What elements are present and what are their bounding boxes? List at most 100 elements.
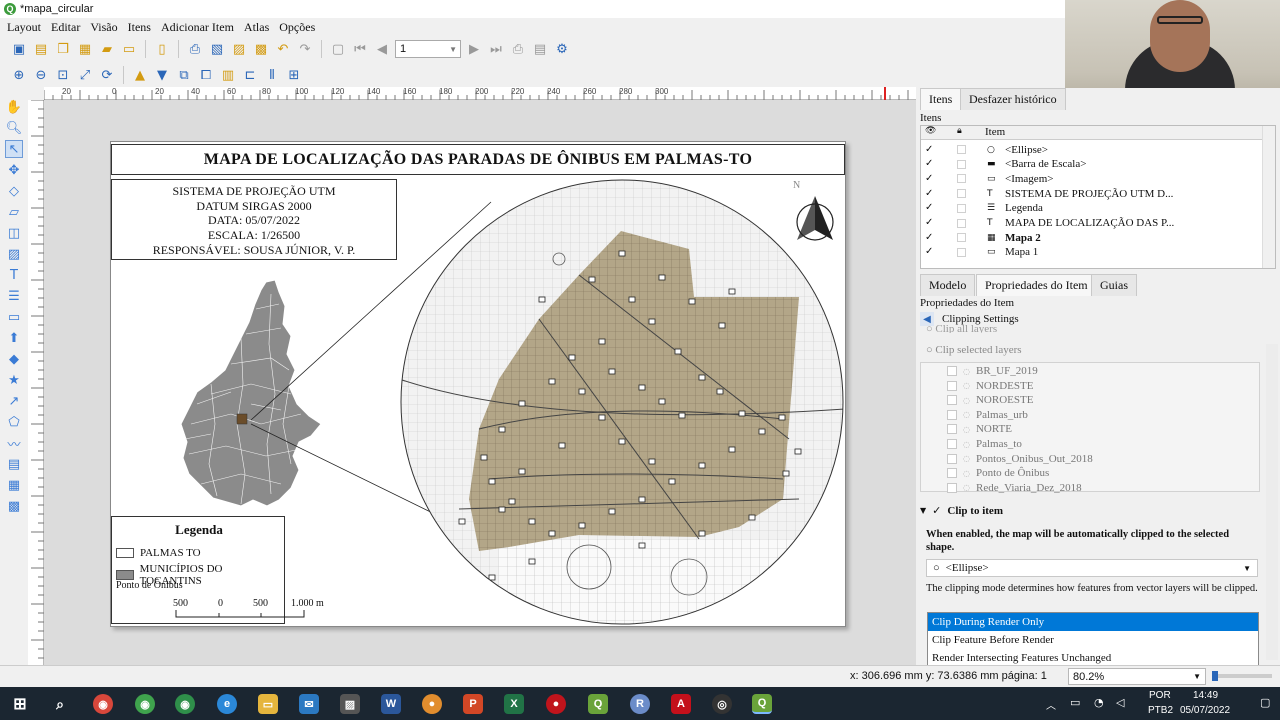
add-fixed-table-icon[interactable]: ▩ [5, 497, 23, 515]
visibility-checkbox[interactable]: ✓ [925, 247, 935, 257]
lock-checkbox[interactable] [957, 189, 966, 199]
resize-icon[interactable]: ⊞ [285, 66, 303, 84]
layout-canvas[interactable]: MAPA DE LOCALIZAÇÃO DAS PARADAS DE ÔNIBU… [44, 100, 916, 665]
keyboard-layout[interactable]: PTB2 [1148, 705, 1173, 716]
clip-layer-item[interactable]: ◌ Rede_Viaria_Dez_2018 [947, 482, 1082, 494]
add-polyline-icon[interactable]: 〰 [5, 434, 23, 453]
lock-checkbox[interactable] [957, 145, 966, 154]
back-arrow-icon[interactable]: ◀ [920, 312, 934, 326]
first-feature-icon[interactable]: ⏮ [351, 40, 369, 58]
lock-checkbox[interactable] [957, 247, 966, 257]
menu-itens[interactable]: Itens [128, 20, 151, 35]
tab-undo-history[interactable]: Desfazer histórico [960, 88, 1066, 110]
layer-checkbox[interactable] [947, 468, 957, 479]
open-template-icon[interactable]: ▰ [98, 40, 116, 58]
lock-checkbox[interactable] [957, 218, 966, 228]
layout-page[interactable]: MAPA DE LOCALIZAÇÃO DAS PARADAS DE ÔNIBU… [110, 141, 846, 627]
props-scrollbar[interactable] [1266, 344, 1278, 660]
word-icon[interactable]: W [381, 694, 401, 714]
last-feature-icon[interactable]: ⏭ [487, 40, 505, 58]
add-picture-icon[interactable]: ▨ [5, 245, 23, 263]
clip-layer-item[interactable]: ◌ Pontos_Onibus_Out_2018 [947, 453, 1093, 465]
clip-layer-item[interactable]: ◌ NORDESTE [947, 380, 1033, 392]
zoom-full-icon[interactable]: ⤢ [76, 66, 94, 84]
zoom-in-icon[interactable]: ⊕ [10, 66, 28, 84]
input-language[interactable]: POR [1149, 690, 1171, 701]
layer-checkbox[interactable] [947, 380, 957, 391]
save-icon[interactable]: ▣ [10, 40, 28, 58]
github-icon[interactable]: ◎ [712, 694, 732, 714]
visibility-checkbox[interactable]: ✓ [925, 203, 935, 213]
page-setup-icon[interactable]: ▯ [153, 40, 171, 58]
export-pdf-icon[interactable]: ▩ [252, 40, 270, 58]
visibility-checkbox[interactable]: ✓ [925, 188, 935, 199]
layout-manager-icon[interactable]: ▦ [76, 40, 94, 58]
qgis-icon[interactable]: Q [588, 694, 608, 714]
edge-icon[interactable]: e [217, 694, 237, 714]
items-scrollbar[interactable] [1262, 126, 1275, 268]
clip-mode-dropdown[interactable]: Clip During Render Only Clip Feature Bef… [927, 612, 1259, 667]
item-row[interactable]: ✓ ▭ Mapa 1 [921, 245, 1261, 260]
menu-visao[interactable]: Visão [90, 20, 117, 35]
item-row[interactable]: ✓ ○ <Ellipse> [921, 142, 1261, 157]
powerpoint-icon[interactable]: P [463, 694, 483, 714]
tab-item-properties[interactable]: Propriedades do Item [976, 274, 1097, 296]
select-icon[interactable]: ↖ [5, 140, 23, 158]
lock-checkbox[interactable] [957, 174, 966, 184]
item-row[interactable]: ✓ ▦ Mapa 2 [921, 230, 1261, 245]
items-list[interactable]: 👁︎ 🔒︎ Item ✓ ○ <Ellipse> ✓ ▬ <Barra de Escala… [920, 125, 1276, 269]
tray-arrow-icon[interactable]: ︿ [1046, 697, 1056, 712]
clock-time[interactable]: 14:49 [1193, 690, 1218, 701]
search-icon[interactable]: ⌕ [50, 694, 70, 714]
detail-map-circle[interactable] [399, 179, 845, 627]
refresh-icon[interactable]: ⟳ [98, 66, 116, 84]
pan-icon[interactable]: ✋ [5, 98, 23, 116]
r-icon[interactable]: R [630, 694, 650, 714]
ungroup-items-icon[interactable]: ⧠ [197, 66, 215, 84]
tab-itens[interactable]: Itens [920, 88, 962, 110]
windows-start-icon[interactable]: ⊞ [10, 694, 30, 714]
layer-checkbox[interactable] [947, 482, 957, 493]
lock-items-icon[interactable]: ▥ [219, 66, 237, 84]
visibility-checkbox[interactable]: ✓ [925, 218, 935, 228]
chrome-icon[interactable]: ◉ [93, 694, 113, 714]
item-row[interactable]: ✓ T MAPA DE LOCALIZAÇÃO DAS P... [921, 216, 1261, 231]
network-icon[interactable]: ◔ [1094, 696, 1104, 709]
clip-layer-item[interactable]: ◌ Palmas_to [947, 438, 1022, 450]
scale-bar[interactable]: 500 0 500 1.000 m [163, 598, 343, 628]
zoom-slider[interactable] [1212, 671, 1272, 681]
item-row[interactable]: ✓ ☰ Legenda [921, 201, 1261, 216]
lock-checkbox[interactable] [957, 203, 966, 213]
move-content-icon[interactable]: ✥ [5, 161, 23, 179]
add-polygon-icon[interactable]: ⬠ [5, 413, 23, 431]
zoom-select[interactable]: 80.2% ▼ [1068, 668, 1206, 685]
atlas-preview-icon[interactable]: ▢ [329, 40, 347, 58]
add-table-icon[interactable]: ▦ [5, 476, 23, 494]
clip-layer-item[interactable]: ◌ NOROESTE [947, 394, 1033, 406]
north-arrow[interactable] [793, 194, 837, 244]
layer-checkbox[interactable] [947, 395, 957, 406]
align-left-icon[interactable]: ⊏ [241, 66, 259, 84]
acrobat-icon[interactable]: A [671, 694, 691, 714]
chrome-alt-icon[interactable]: ◉ [135, 694, 155, 714]
layer-checkbox[interactable] [947, 424, 957, 435]
add-shape-icon[interactable]: ◆ [5, 350, 23, 368]
add-marker-icon[interactable]: ★ [5, 371, 23, 389]
lock-checkbox[interactable] [957, 159, 966, 169]
lock-checkbox[interactable] [957, 233, 966, 243]
zoom-slider-handle[interactable] [1212, 671, 1218, 681]
qgis-active-icon[interactable]: Q [752, 694, 772, 714]
atlas-export-icon[interactable]: ▤ [531, 40, 549, 58]
layer-checkbox[interactable] [947, 409, 957, 420]
clip-shape-select[interactable]: ○ <Ellipse> ▼ [926, 559, 1258, 577]
previous-feature-icon[interactable]: ◀ [373, 40, 391, 58]
item-row[interactable]: ✓ T SISTEMA DE PROJEÇÃO UTM D... [921, 186, 1261, 201]
add-arrow-icon[interactable]: ↗ [5, 392, 23, 410]
app-orange-icon[interactable]: ● [422, 694, 442, 714]
save-template-icon[interactable]: ▭ [120, 40, 138, 58]
item-row[interactable]: ✓ ▬ <Barra de Escala> [921, 157, 1261, 172]
projection-info-box[interactable]: SISTEMA DE PROJEÇÃO UTM DATUM SIRGAS 200… [111, 179, 397, 260]
raise-items-icon[interactable]: ▲ [131, 66, 149, 84]
item-row[interactable]: ✓ ▭ <Imagem> [921, 171, 1261, 186]
file-explorer-icon[interactable]: ▭ [258, 694, 278, 714]
